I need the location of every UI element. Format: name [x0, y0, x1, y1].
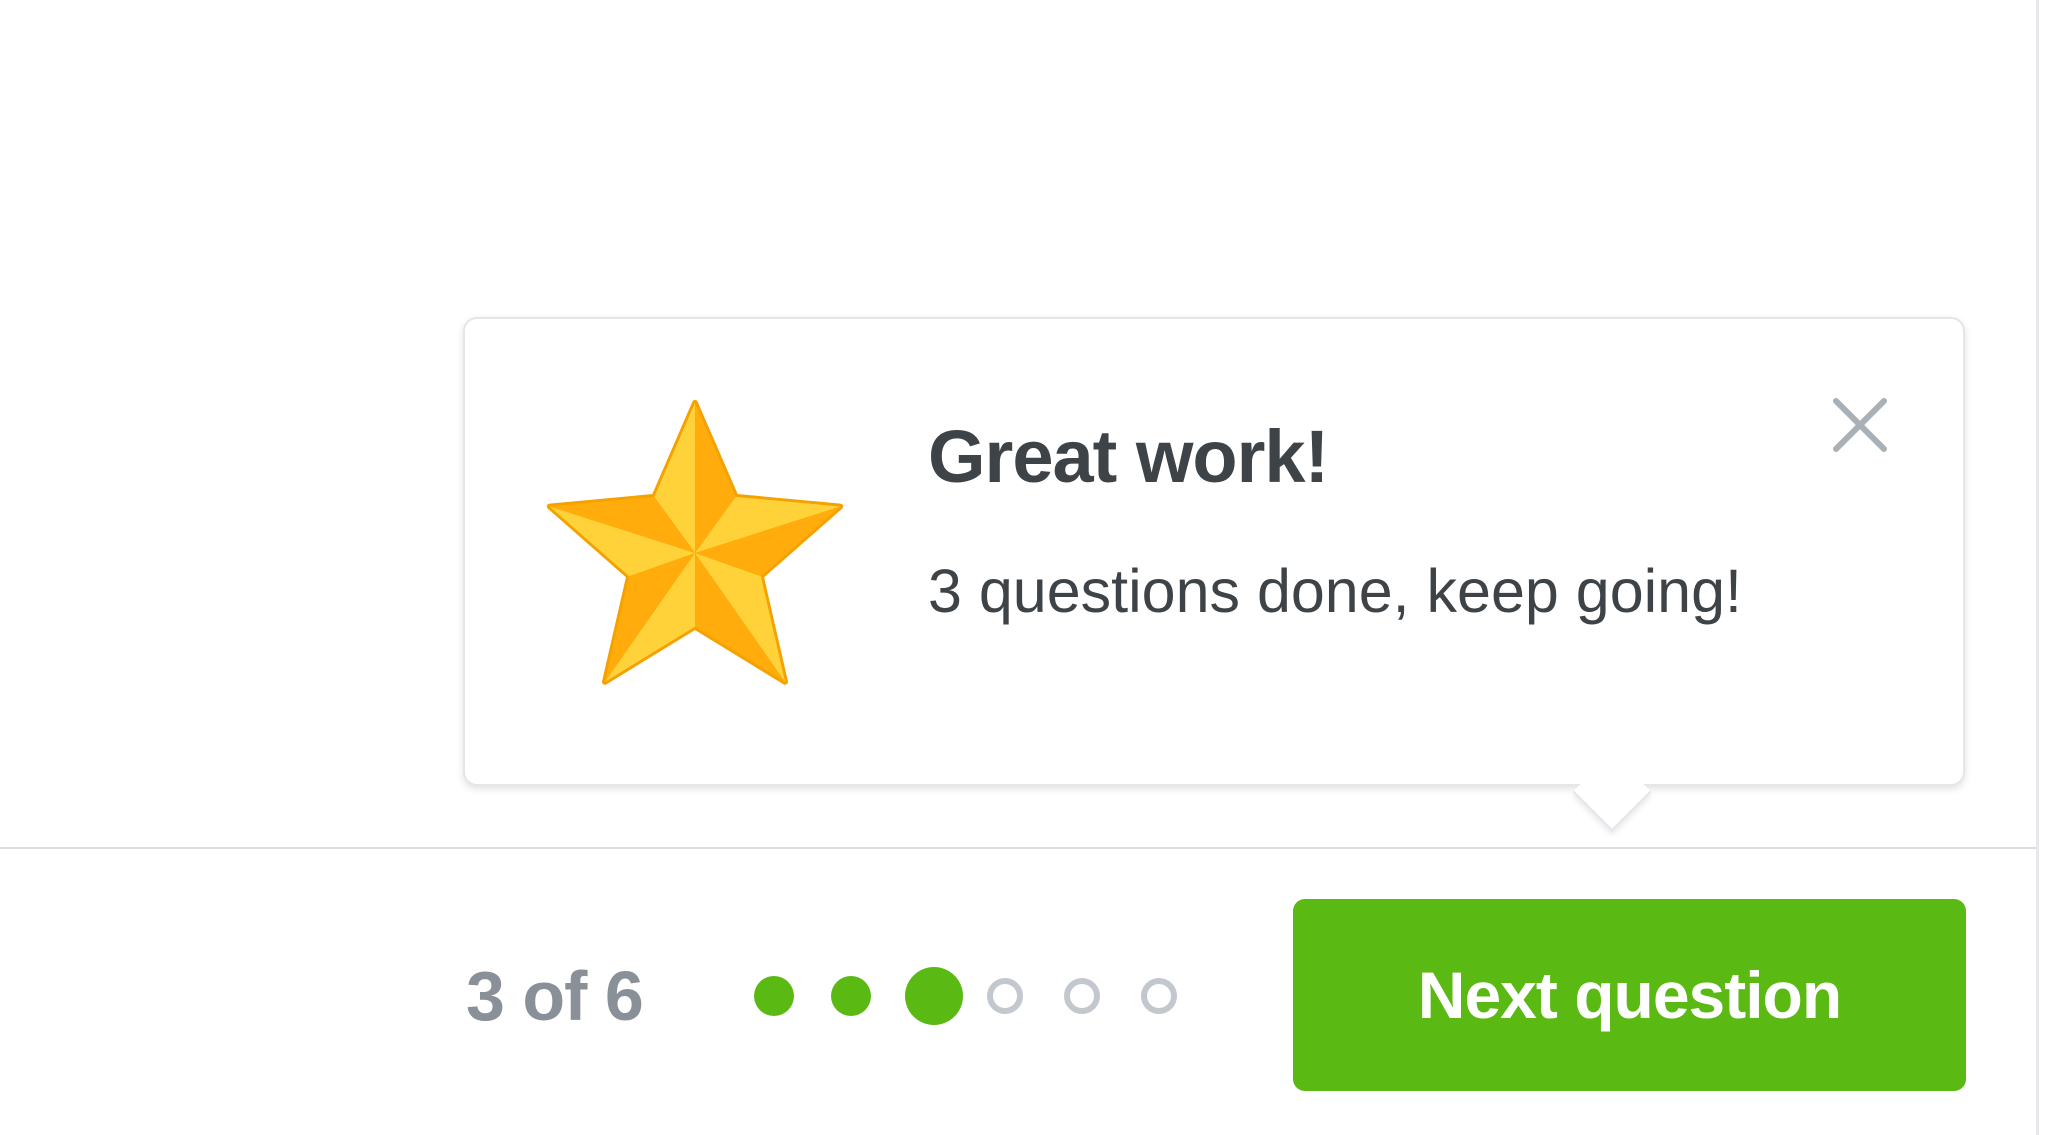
- progress-dot-complete: [831, 976, 871, 1016]
- progress-dot-upcoming: [987, 978, 1023, 1014]
- progress-counter: 3 of 6: [466, 957, 644, 1035]
- quiz-page: Great work! 3 questions done, keep going…: [0, 0, 2048, 1135]
- toast-title: Great work!: [928, 415, 1329, 498]
- close-button[interactable]: [1828, 393, 1892, 457]
- footer-divider: [0, 847, 2036, 849]
- close-icon: [1833, 398, 1887, 452]
- progress-dot-complete: [754, 976, 794, 1016]
- progress-dot-upcoming: [1064, 978, 1100, 1014]
- toast-message: 3 questions done, keep going!: [928, 557, 1742, 625]
- progress-dot-upcoming: [1141, 978, 1177, 1014]
- progress-dots: [754, 965, 1184, 1027]
- next-question-button[interactable]: Next question: [1293, 899, 1966, 1091]
- progress-dot-current: [905, 967, 963, 1025]
- right-edge-divider: [2036, 0, 2039, 1135]
- star-icon: [546, 399, 844, 685]
